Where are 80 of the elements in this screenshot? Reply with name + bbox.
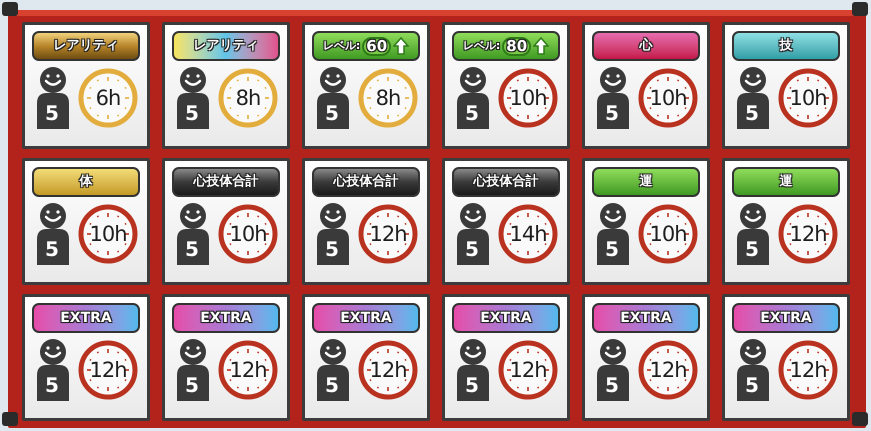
card[interactable]: EXTRA 5 12h — [582, 294, 710, 421]
count-label: 5 — [325, 239, 339, 259]
count-label: 5 — [185, 239, 199, 259]
card[interactable]: 体 5 10h — [22, 158, 150, 285]
card[interactable]: 心 5 10h — [582, 22, 710, 149]
duration-label: 10h — [508, 86, 548, 110]
duration-label: 12h — [788, 358, 828, 382]
duration-label: 8h — [374, 86, 402, 110]
card[interactable]: 技 5 10h — [722, 22, 850, 149]
duration-label: 12h — [368, 222, 408, 246]
count-label: 5 — [745, 103, 759, 123]
duration-label: 10h — [648, 86, 688, 110]
category-badge: レアリティ — [32, 31, 140, 61]
post-icon — [2, 2, 18, 16]
category-badge: 運 — [592, 167, 700, 197]
duration-label: 10h — [788, 86, 828, 110]
category-badge: 体 — [32, 167, 140, 197]
count-label: 5 — [465, 375, 479, 395]
post-icon — [2, 412, 18, 426]
category-badge: 心 — [592, 31, 700, 61]
duration-label: 12h — [88, 358, 128, 382]
duration-label: 12h — [228, 358, 268, 382]
post-icon — [852, 412, 868, 426]
category-badge: 運 — [732, 167, 840, 197]
card[interactable]: 心技体合計 5 14h — [442, 158, 570, 285]
category-badge: 心技体合計 — [172, 167, 280, 197]
category-badge: EXTRA — [452, 303, 560, 333]
post-icon — [852, 2, 868, 16]
duration-label: 12h — [788, 222, 828, 246]
count-label: 5 — [45, 239, 59, 259]
up-arrow-icon — [393, 37, 410, 55]
category-badge: 技 — [732, 31, 840, 61]
duration-label: 10h — [648, 222, 688, 246]
count-label: 5 — [465, 103, 479, 123]
card[interactable]: レベル: 80 5 10h — [442, 22, 570, 149]
category-badge: 心技体合計 — [312, 167, 420, 197]
duration-label: 10h — [228, 222, 268, 246]
count-label: 5 — [325, 375, 339, 395]
category-badge: 心技体合計 — [452, 167, 560, 197]
category-badge: EXTRA — [732, 303, 840, 333]
card[interactable]: 心技体合計 5 10h — [162, 158, 290, 285]
count-label: 5 — [185, 375, 199, 395]
duration-label: 14h — [508, 222, 548, 246]
card[interactable]: レベル: 60 5 8h — [302, 22, 430, 149]
card[interactable]: EXTRA 5 12h — [22, 294, 150, 421]
count-label: 5 — [45, 103, 59, 123]
category-badge: レアリティ — [172, 31, 280, 61]
category-badge: EXTRA — [312, 303, 420, 333]
card[interactable]: EXTRA 5 12h — [162, 294, 290, 421]
card[interactable]: 心技体合計 5 12h — [302, 158, 430, 285]
card[interactable]: 運 5 12h — [722, 158, 850, 285]
category-badge: EXTRA — [32, 303, 140, 333]
category-badge: EXTRA — [592, 303, 700, 333]
level-value: 80 — [502, 36, 532, 56]
duration-label: 8h — [234, 86, 262, 110]
count-label: 5 — [45, 375, 59, 395]
card[interactable]: レアリティ 5 8h — [162, 22, 290, 149]
card[interactable]: 運 5 10h — [582, 158, 710, 285]
count-label: 5 — [745, 239, 759, 259]
category-badge: EXTRA — [172, 303, 280, 333]
up-arrow-icon — [533, 37, 550, 55]
duration-label: 10h — [88, 222, 128, 246]
card[interactable]: EXTRA 5 12h — [442, 294, 570, 421]
count-label: 5 — [605, 375, 619, 395]
level-value: 60 — [362, 36, 392, 56]
count-label: 5 — [605, 239, 619, 259]
count-label: 5 — [745, 375, 759, 395]
level-label: レベル: — [462, 38, 500, 54]
count-label: 5 — [325, 103, 339, 123]
duration-label: 12h — [508, 358, 548, 382]
duration-label: 12h — [368, 358, 408, 382]
card[interactable]: EXTRA 5 12h — [302, 294, 430, 421]
duration-label: 12h — [648, 358, 688, 382]
count-label: 5 — [465, 239, 479, 259]
level-label: レベル: — [322, 38, 360, 54]
count-label: 5 — [185, 103, 199, 123]
duration-label: 6h — [94, 86, 122, 110]
card[interactable]: レアリティ 5 6h — [22, 22, 150, 149]
count-label: 5 — [605, 103, 619, 123]
card[interactable]: EXTRA 5 12h — [722, 294, 850, 421]
